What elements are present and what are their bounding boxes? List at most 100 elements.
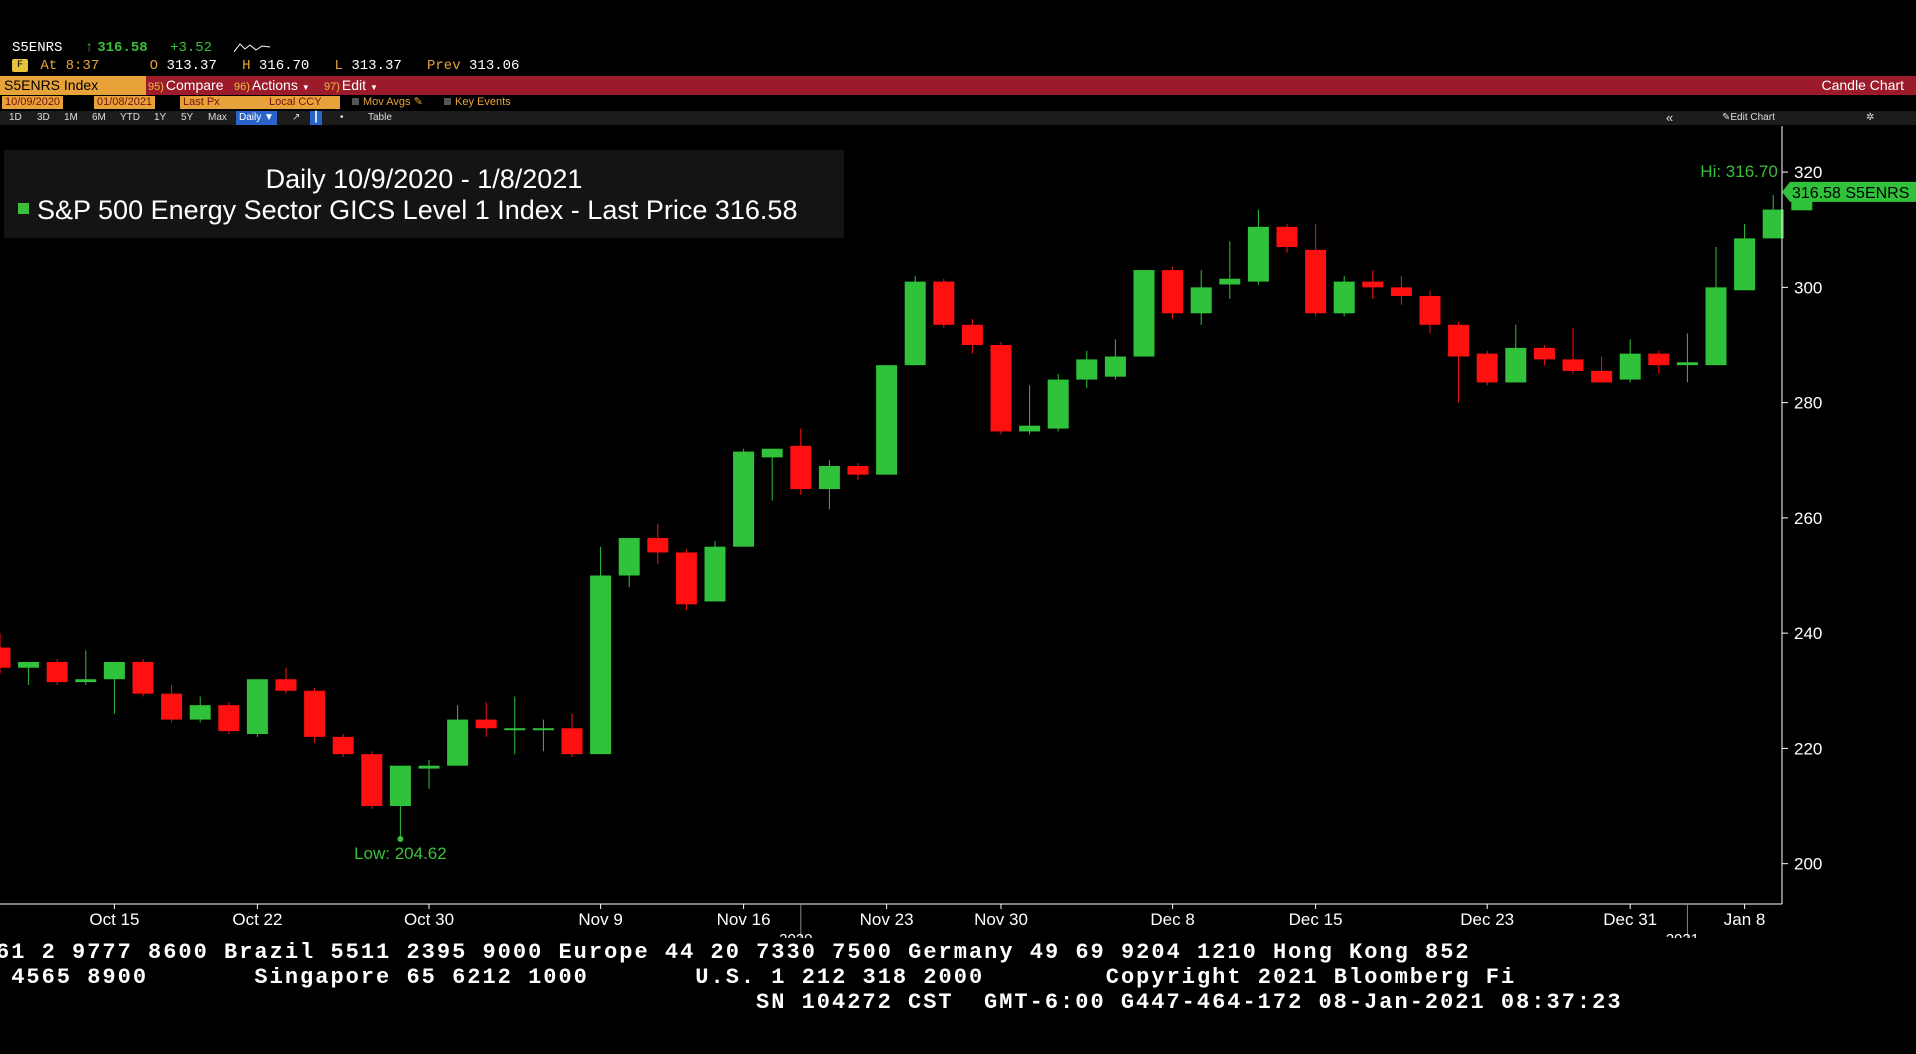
candle-body (1104, 356, 1126, 377)
candle-body (447, 719, 469, 766)
period-6m[interactable]: 6M (92, 111, 106, 125)
y-tick-label: 300 (1794, 278, 1822, 297)
y-tick-label: 240 (1794, 624, 1822, 643)
series-swatch (18, 203, 29, 215)
actions-button[interactable]: 96) Actions ▼ (230, 76, 314, 95)
quote-detail-line: F At 8:37 O 313.37 H 316.70 L 313.37 Pre… (12, 58, 519, 74)
candle-body (847, 466, 869, 475)
candle-body (561, 728, 583, 755)
candle-body (733, 451, 755, 547)
key-events-toggle[interactable]: Key Events (444, 96, 511, 109)
actions-label: Actions (251, 77, 298, 93)
candle-up (1190, 270, 1212, 325)
candle-up (1104, 339, 1126, 380)
candle-body (1076, 359, 1098, 380)
candle-body (246, 679, 268, 734)
candle-up (1133, 270, 1155, 357)
mov-avgs-toggle[interactable]: Mov Avgs ✎ (352, 96, 423, 109)
time-label: At 8:37 (40, 58, 100, 74)
x-tick-label: Dec 31 (1603, 910, 1657, 929)
candle-body (675, 552, 697, 605)
period-1d[interactable]: 1D (9, 111, 22, 125)
y-tick-label: 320 (1794, 163, 1822, 182)
candle-body (1047, 379, 1069, 429)
candle-down (0, 633, 11, 674)
period-ytd[interactable]: YTD (120, 111, 140, 125)
start-date-field[interactable]: 10/09/2020 (2, 96, 64, 109)
gear-icon[interactable]: ✲ (1866, 111, 1874, 125)
candle-body (1505, 347, 1527, 383)
line-chart-icon[interactable]: ↗ (292, 111, 300, 125)
candle-up (532, 719, 554, 752)
x-tick-label: Oct 22 (232, 910, 282, 929)
legend-series[interactable]: S&P 500 Energy Sector GICS Level 1 Index… (18, 195, 797, 226)
chevron-down-icon: ▼︎ (264, 112, 274, 123)
currency-select[interactable]: Local CCY (266, 96, 340, 109)
period-1m[interactable]: 1M (64, 111, 78, 125)
mov-avgs-label: Mov Avgs (363, 96, 411, 108)
edit-label: Edit (341, 77, 367, 93)
last-price-tag-label: 316.58 S5ENRS (1792, 185, 1909, 202)
edit-button[interactable]: 97) Edit ▼ (320, 76, 382, 95)
candle-up (189, 696, 211, 723)
period-5y[interactable]: 5Y (181, 111, 193, 125)
candle-up (1076, 350, 1098, 389)
candle-body (961, 324, 983, 345)
sparkline-icon (234, 43, 271, 53)
field-select[interactable]: Last Px (180, 96, 266, 109)
compare-button[interactable]: 95) Compare (144, 76, 228, 95)
candle-down (475, 702, 497, 737)
candle-up (389, 765, 411, 838)
x-tick-label: Oct 30 (404, 910, 454, 929)
x-tick-label: Nov 30 (974, 910, 1028, 929)
compare-number: 95) (148, 81, 164, 93)
candle-up (618, 538, 640, 588)
candle-down (647, 523, 669, 564)
candle-up (761, 448, 783, 501)
period-max[interactable]: Max (208, 111, 227, 125)
period-3d[interactable]: 3D (37, 111, 50, 125)
candle-body (1305, 249, 1327, 314)
frequency-select[interactable]: Daily ▼︎ (236, 111, 277, 125)
candle-body (1562, 359, 1584, 371)
candle-body (1533, 347, 1555, 360)
collapse-button[interactable]: « (1666, 111, 1673, 125)
x-tick-label: Dec 8 (1150, 910, 1194, 929)
candle-body (1133, 270, 1155, 357)
news-icon[interactable]: F (12, 58, 28, 72)
candle-body (904, 281, 926, 366)
table-button[interactable]: Table (368, 111, 392, 125)
security-field[interactable]: S5ENRS Index (0, 76, 146, 95)
candle-body (1705, 287, 1727, 366)
candle-body (1390, 287, 1412, 297)
compare-label: Compare (165, 77, 224, 93)
candle-down (1305, 223, 1327, 317)
dot-icon[interactable]: • (340, 111, 344, 125)
candle-body (475, 719, 497, 729)
candle-body (1619, 353, 1641, 380)
y-tick-label: 260 (1794, 509, 1822, 528)
period-1y[interactable]: 1Y (154, 111, 166, 125)
candle-chart-icon[interactable]: ┃ (310, 111, 323, 125)
candle-body (361, 754, 383, 807)
candle-up (1333, 275, 1355, 317)
high-value: 316.70 (258, 58, 310, 74)
candle-body (1591, 370, 1613, 383)
series-name: S&P 500 Energy Sector GICS Level 1 Index… (37, 195, 708, 225)
candle-up (1705, 247, 1727, 366)
candle-body (75, 679, 97, 683)
candle-down (675, 549, 697, 611)
candle-down (218, 702, 240, 734)
candle-up (1734, 223, 1756, 291)
footer-phones-1: 61 2 9777 8600 Brazil 5511 2395 9000 Eur… (0, 940, 1471, 965)
candle-body (1362, 281, 1384, 288)
candle-down (1533, 344, 1555, 366)
high-label: H (242, 58, 251, 74)
y-tick-label: 220 (1794, 739, 1822, 758)
chart-legend: Daily 10/9/2020 - 1/8/2021 S&P 500 Energ… (4, 150, 844, 238)
candle-body (1333, 281, 1355, 314)
end-date-field[interactable]: 01/08/2021 (94, 96, 156, 109)
edit-chart-button[interactable]: ✎Edit Chart (1722, 111, 1775, 125)
y-tick-label: 200 (1794, 855, 1822, 874)
edit-number: 97) (324, 81, 340, 93)
